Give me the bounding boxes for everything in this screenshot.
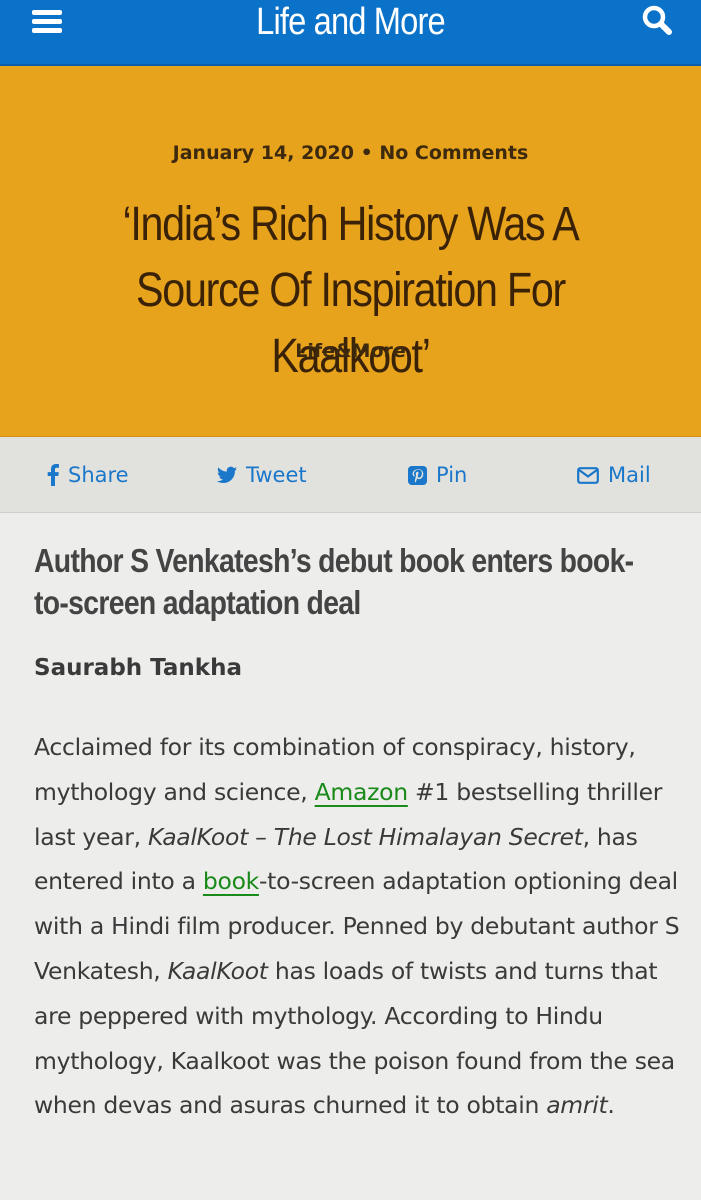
paragraph-text: .: [607, 1091, 615, 1120]
pinterest-icon: [408, 465, 427, 485]
share-facebook-button[interactable]: Share: [47, 461, 129, 489]
share-twitter-label: Tweet: [246, 463, 307, 487]
amazon-link[interactable]: Amazon: [315, 778, 408, 806]
meta-separator: •: [360, 142, 373, 164]
kaalkoot-emphasis: KaalKoot: [167, 956, 268, 985]
post-meta: January 14, 2020 • No Comments: [0, 142, 701, 164]
amrit-emphasis: amrit: [546, 1091, 608, 1120]
mail-icon: [577, 466, 599, 484]
category-link[interactable]: Life&More: [0, 340, 701, 362]
top-navigation-bar: Life and More: [0, 0, 701, 66]
comments-link[interactable]: No Comments: [379, 142, 528, 164]
search-icon[interactable]: [641, 4, 675, 38]
article-subtitle: Author S Venkatesh’s debut book enters b…: [34, 542, 634, 621]
post-date: January 14, 2020: [172, 142, 354, 164]
twitter-icon: [217, 466, 237, 483]
book-link[interactable]: book: [203, 867, 259, 895]
article-content: Author S Venkatesh’s debut book enters b…: [34, 540, 680, 1119]
share-pinterest-button[interactable]: Pin: [408, 461, 467, 489]
book-title: KaalKoot – The Lost Himalayan Secret: [147, 822, 583, 851]
facebook-icon: [47, 464, 59, 486]
share-twitter-button[interactable]: Tweet: [217, 461, 307, 489]
article-hero: January 14, 2020 • No Comments ‘India’s …: [0, 66, 701, 437]
share-facebook-label: Share: [68, 463, 129, 487]
site-title[interactable]: Life and More: [49, 0, 652, 46]
article-paragraph: Acclaimed for its combination of conspir…: [34, 725, 694, 1128]
share-mail-button[interactable]: Mail: [577, 461, 651, 489]
share-bar: Share Tweet Pin Mail: [0, 437, 701, 513]
share-pinterest-label: Pin: [436, 463, 468, 487]
share-mail-label: Mail: [608, 463, 651, 487]
author-byline: Saurabh Tankha: [34, 655, 242, 681]
